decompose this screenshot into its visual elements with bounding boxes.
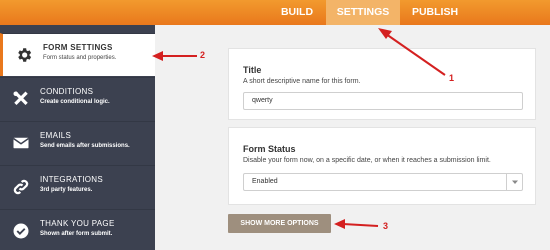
tab-build[interactable]: BUILD [270,0,324,25]
title-panel: Title A short descriptive name for this … [228,48,536,120]
tab-settings[interactable]: SETTINGS [326,0,400,25]
sidebar-item-form-settings[interactable]: FORM SETTINGS Form status and properties… [0,33,155,76]
sidebar-item-title: FORM SETTINGS [43,43,113,52]
top-navigation: BUILD SETTINGS PUBLISH [0,0,550,25]
chevron-down-icon [506,174,522,190]
sidebar-item-thank-you-page[interactable]: THANK YOU PAGE Shown after form submit. [0,209,155,250]
sidebar-item-subtitle: Form status and properties. [43,55,117,61]
sidebar-item-conditions[interactable]: CONDITIONS Create conditional logic. [0,77,155,120]
title-label: Title [243,65,262,75]
annotation-number-1: 1 [449,73,455,83]
annotation-number-2: 2 [200,50,206,60]
form-status-select[interactable]: Enabled [243,173,523,191]
tab-publish[interactable]: PUBLISH [402,0,468,25]
show-more-options-button[interactable]: SHOW MORE OPTIONS [228,214,331,233]
annotation-number-3: 3 [383,221,389,231]
sidebar: FORM SETTINGS Form status and properties… [0,25,155,250]
sidebar-item-title: THANK YOU PAGE [40,219,115,228]
sidebar-item-title: INTEGRATIONS [40,175,104,184]
form-status-description: Disable your form now, on a specific dat… [243,157,491,164]
tools-icon [13,91,28,105]
form-status-panel: Form Status Disable your form now, on a … [228,127,536,205]
title-description: A short descriptive name for this form. [243,78,361,85]
sidebar-item-subtitle: Shown after form submit. [40,231,113,237]
form-status-label: Form Status [243,144,296,154]
sidebar-item-title: CONDITIONS [40,87,94,96]
sidebar-item-subtitle: 3rd party features. [40,187,93,193]
title-input[interactable]: qwerty [243,92,523,110]
sidebar-item-subtitle: Send emails after submissions. [40,143,130,149]
check-circle-icon [13,223,29,239]
envelope-icon [13,137,29,149]
sidebar-item-subtitle: Create conditional logic. [40,99,110,105]
gear-icon [18,48,32,62]
link-icon [13,179,29,195]
sidebar-item-integrations[interactable]: INTEGRATIONS 3rd party features. [0,165,155,208]
form-status-value: Enabled [252,178,278,185]
sidebar-item-emails[interactable]: EMAILS Send emails after submissions. [0,121,155,164]
sidebar-item-title: EMAILS [40,131,72,140]
